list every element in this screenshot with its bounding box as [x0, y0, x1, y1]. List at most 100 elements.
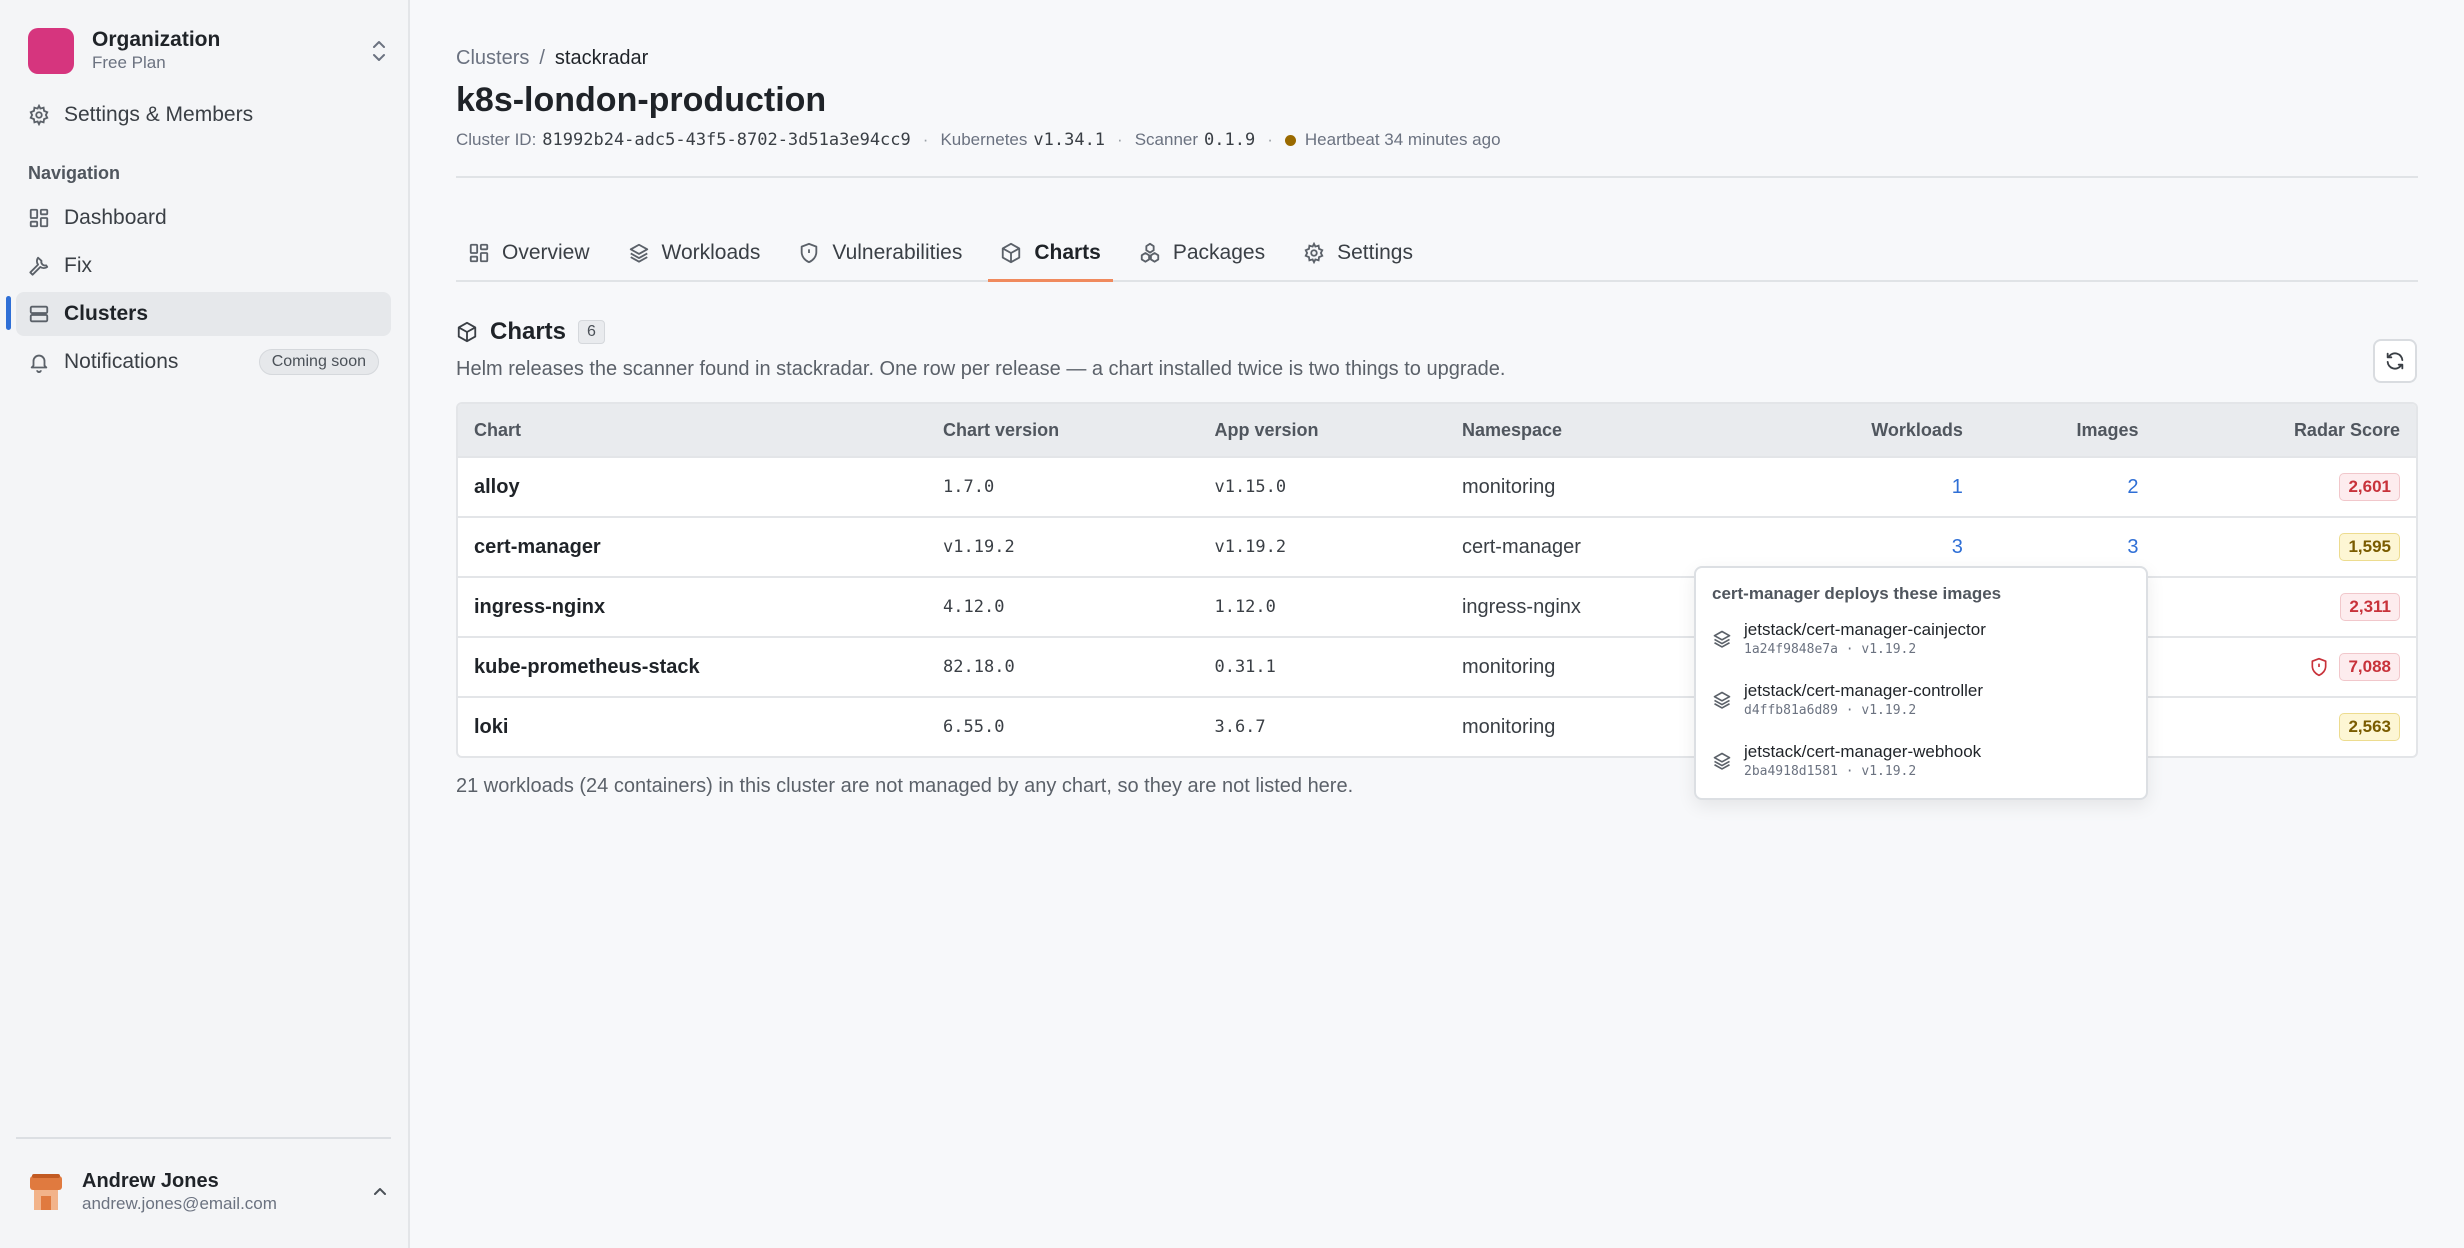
coming-soon-badge: Coming soon: [258, 349, 379, 375]
image-digest: 1a24f9848e7a: [1744, 642, 1838, 657]
tab-label: Vulnerabilities: [832, 241, 963, 264]
chart-version: 6.55.0: [943, 717, 1005, 737]
sidebar-divider: [16, 1137, 391, 1139]
breadcrumb-clusters[interactable]: Clusters: [456, 47, 529, 70]
user-menu[interactable]: Andrew Jones andrew.jones@email.com: [28, 1168, 390, 1216]
server-icon: [28, 303, 50, 325]
chevron-up-icon[interactable]: [370, 1182, 390, 1202]
chart-count-badge: 6: [578, 320, 605, 344]
images-count-link[interactable]: 2: [1963, 476, 2138, 499]
popover-image-item[interactable]: jetstack/cert-manager-controller d4ffb81…: [1712, 677, 2132, 723]
kubernetes-label: Kubernetes: [940, 130, 1028, 149]
chart-version: 82.18.0: [943, 657, 1015, 677]
image-digest-version: d4ffb81a6d89 · v1.19.2: [1744, 702, 1983, 720]
tab-label: Charts: [1034, 241, 1101, 264]
image-separator: ·: [1845, 642, 1854, 657]
header-divider: [456, 176, 2418, 178]
bell-icon: [28, 351, 50, 373]
breadcrumb-current: stackradar: [554, 47, 649, 69]
dashboard-icon: [28, 207, 50, 229]
tab-workloads[interactable]: Workloads: [616, 226, 773, 280]
tab-label: Overview: [502, 241, 590, 264]
radar-score-badge: 2,563: [2339, 713, 2400, 741]
wrench-icon: [28, 255, 50, 277]
namespace: cert-manager: [1461, 535, 1581, 558]
refresh-button[interactable]: [2373, 339, 2417, 383]
cluster-meta: Cluster ID: 81992b24-adc5-43f5-8702-3d51…: [456, 130, 1501, 150]
layers-icon: [628, 242, 650, 264]
kubernetes-version: v1.34.1: [1033, 130, 1106, 150]
scanner-label: Scanner: [1134, 130, 1199, 149]
image-version: v1.19.2: [1861, 764, 1917, 779]
settings-members-link[interactable]: Settings & Members: [28, 100, 253, 130]
app-version: v1.19.2: [1214, 537, 1287, 557]
col-app-version[interactable]: App version: [1214, 420, 1461, 441]
page-title: k8s-london-production: [456, 81, 827, 119]
tab-settings[interactable]: Settings: [1291, 226, 1425, 280]
col-namespace[interactable]: Namespace: [1462, 420, 1662, 441]
chart-name: kube-prometheus-stack: [474, 655, 700, 678]
images-popover: cert-manager deploys these images jetsta…: [1694, 566, 2148, 800]
namespace: ingress-nginx: [1461, 595, 1581, 618]
breadcrumb: Clusters / stackradar: [456, 47, 648, 70]
settings-members-label: Settings & Members: [64, 103, 254, 126]
tab-vulnerabilities[interactable]: Vulnerabilities: [786, 226, 974, 280]
workloads-count-link[interactable]: 3: [1662, 536, 1963, 559]
popover-title: cert-manager deploys these images: [1712, 584, 2002, 603]
sidebar-item-dashboard[interactable]: Dashboard: [16, 196, 391, 240]
heartbeat-dot: [1284, 134, 1296, 146]
table-row[interactable]: alloy 1.7.0 v1.15.0 monitoring 1 2 2,601: [458, 456, 2416, 516]
table-header: Chart Chart version App version Namespac…: [458, 404, 2416, 456]
app-version: 3.6.7: [1214, 717, 1266, 737]
col-radar-score[interactable]: Radar Score: [2139, 420, 2416, 441]
cluster-id: 81992b24-adc5-43f5-8702-3d51a3e94cc9: [542, 130, 911, 150]
sidebar-item-notifications[interactable]: Notifications Coming soon: [16, 340, 391, 384]
shield-icon: [798, 242, 820, 264]
avatar: [28, 1172, 64, 1212]
chart-version: v1.19.2: [943, 537, 1015, 557]
image-version: v1.19.2: [1861, 703, 1917, 718]
meta-separator: ·: [1267, 130, 1273, 149]
popover-image-item[interactable]: jetstack/cert-manager-cainjector 1a24f98…: [1712, 616, 2132, 662]
app-version: 0.31.1: [1214, 657, 1276, 677]
tab-charts[interactable]: Charts: [988, 226, 1113, 282]
col-images[interactable]: Images: [1963, 420, 2139, 441]
popover-image-item[interactable]: jetstack/cert-manager-webhook 2ba4918d15…: [1712, 738, 2132, 784]
heartbeat-status: Heartbeat 34 minutes ago: [1304, 130, 1501, 149]
sidebar-item-fix[interactable]: Fix: [16, 244, 391, 288]
col-workloads[interactable]: Workloads: [1662, 420, 1963, 441]
nav-section-label: Navigation: [28, 163, 121, 183]
sidebar-item-label: Notifications: [64, 350, 179, 373]
image-separator: ·: [1845, 703, 1854, 718]
images-count-link[interactable]: 3: [1963, 536, 2138, 559]
workloads-count-link[interactable]: 1: [1662, 476, 1963, 499]
col-chart[interactable]: Chart: [458, 420, 943, 441]
tab-label: Packages: [1172, 241, 1266, 264]
scanner-version: 0.1.9: [1204, 130, 1256, 150]
image-digest-version: 1a24f9848e7a · v1.19.2: [1744, 641, 1986, 659]
meta-separator: ·: [1117, 130, 1123, 149]
chevron-up-down-icon[interactable]: [368, 36, 390, 66]
radar-score-badge: 7,088: [2339, 653, 2400, 681]
chart-version: 4.12.0: [943, 597, 1005, 617]
sidebar: Organization Free Plan Settings & Member…: [0, 0, 410, 1248]
radar-score-badge: 1,595: [2339, 533, 2400, 561]
cluster-tabs: Overview Workloads Vulnerabilities Chart…: [456, 226, 2418, 282]
tab-overview[interactable]: Overview: [456, 226, 602, 280]
app-version: v1.15.0: [1214, 477, 1287, 497]
active-nav-indicator: [6, 296, 11, 330]
sidebar-item-label: Fix: [64, 254, 92, 277]
packages-icon: [1139, 242, 1161, 264]
tab-packages[interactable]: Packages: [1127, 226, 1277, 280]
image-digest: 2ba4918d1581: [1744, 764, 1838, 779]
chart-name: cert-manager: [474, 535, 601, 558]
namespace: monitoring: [1461, 475, 1556, 498]
sidebar-item-label: Dashboard: [64, 206, 167, 229]
chart-name: loki: [474, 715, 509, 738]
sidebar-item-clusters[interactable]: Clusters: [16, 292, 391, 336]
unmanaged-workloads-note: 21 workloads (24 containers) in this clu…: [456, 775, 1354, 797]
layers-icon: [1712, 629, 1732, 649]
org-switcher[interactable]: Organization Free Plan: [28, 28, 390, 74]
col-chart-version[interactable]: Chart version: [943, 420, 1214, 441]
section-description: Helm releases the scanner found in stack…: [456, 358, 1506, 380]
